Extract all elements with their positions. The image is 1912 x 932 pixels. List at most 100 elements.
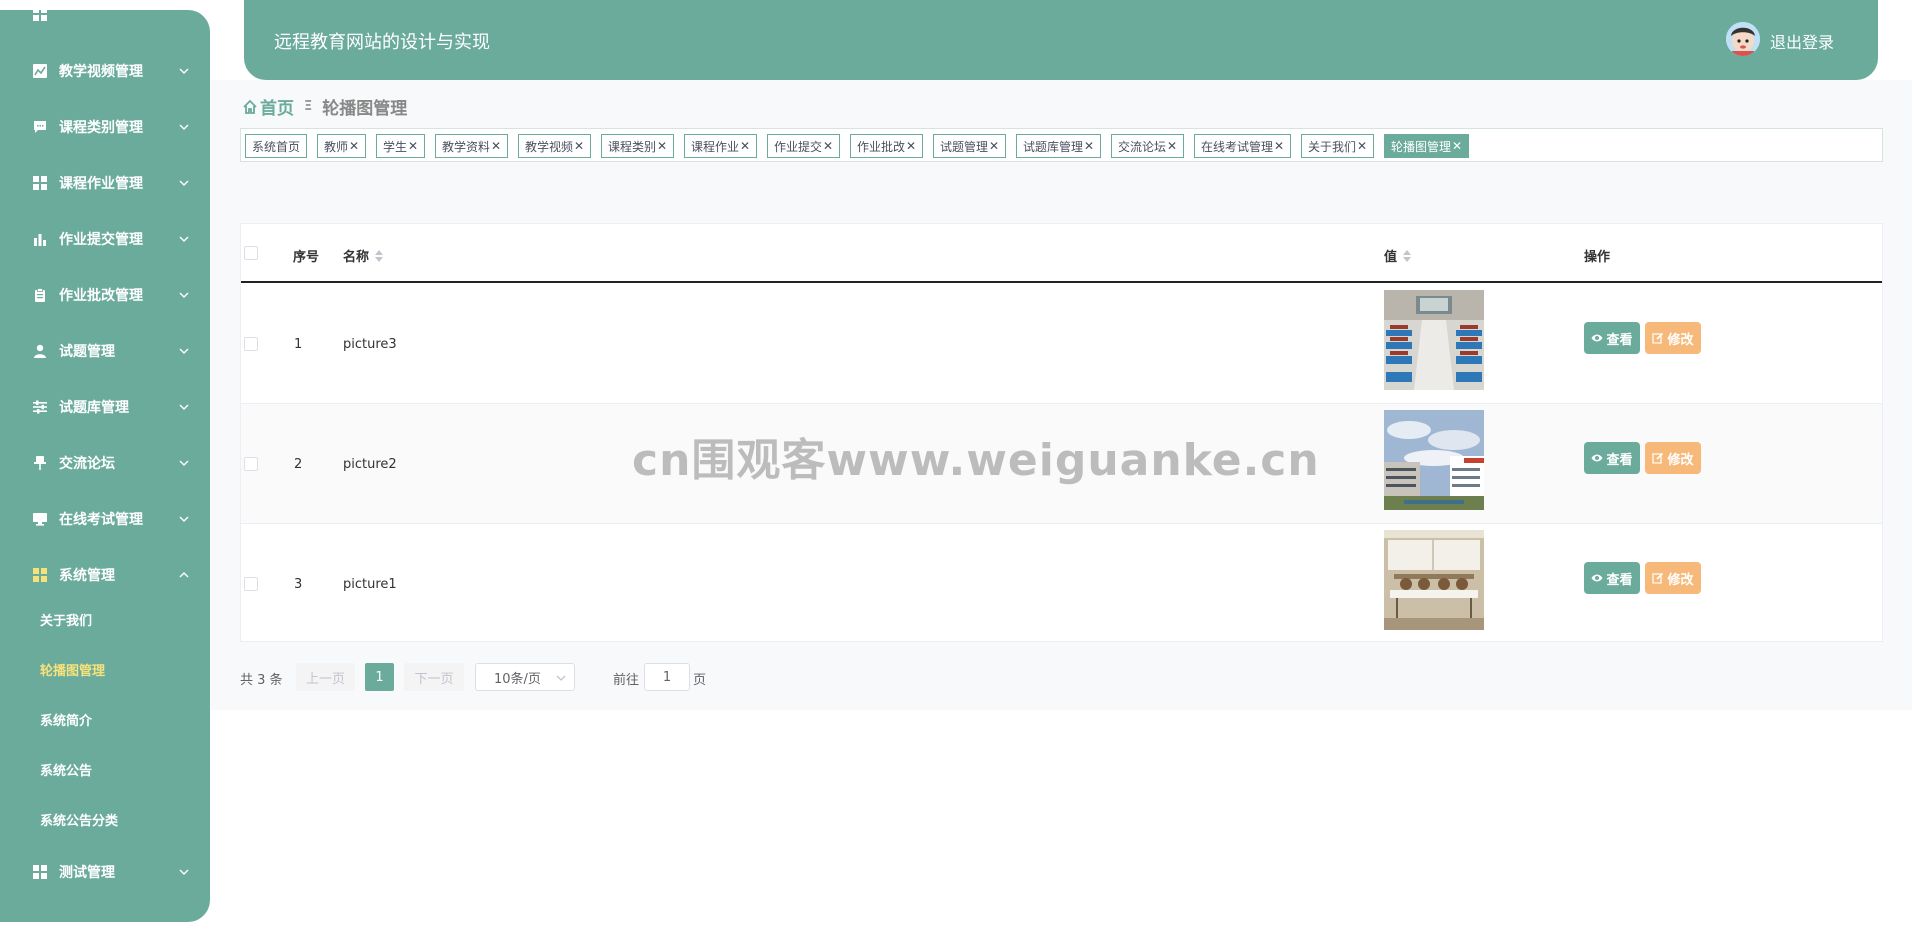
page-number-current[interactable]: 1 — [365, 663, 394, 691]
close-icon[interactable]: ✕ — [989, 139, 999, 153]
chevron-down-icon — [179, 460, 189, 466]
page-size-value: 10条/页 — [494, 671, 541, 687]
next-page-button[interactable]: 下一页 — [404, 663, 464, 691]
view-button-label: 查看 — [1606, 452, 1633, 468]
close-icon[interactable]: ✕ — [1167, 139, 1177, 153]
chevron-up-icon — [179, 572, 189, 578]
tag-label: 关于我们 — [1308, 139, 1357, 154]
close-icon[interactable]: ✕ — [491, 139, 501, 153]
goto-page-input[interactable]: 1 — [644, 663, 690, 691]
watermark: cn围观客www.weiguanke.cn — [632, 435, 1320, 486]
sliders-icon — [32, 399, 48, 415]
carousel-image[interactable] — [1384, 410, 1484, 510]
tag-student[interactable]: 学生 ✕ — [376, 134, 426, 158]
chevron-down-icon — [556, 675, 566, 681]
sidebar-item-submission[interactable]: 作业提交管理 — [0, 221, 210, 257]
tag-home[interactable]: 系统首页 — [245, 134, 308, 158]
sort-icon[interactable] — [1403, 249, 1412, 263]
grid-icon — [32, 864, 48, 880]
close-icon[interactable]: ✕ — [740, 139, 750, 153]
edit-icon — [1652, 452, 1664, 464]
row-checkbox[interactable] — [244, 337, 258, 351]
row-checkbox[interactable] — [244, 457, 258, 471]
tag-questions[interactable]: 试题管理 ✕ — [933, 134, 1007, 158]
breadcrumb-home[interactable]: 首页 — [242, 94, 294, 119]
tag-homework[interactable]: 课程作业 ✕ — [684, 134, 758, 158]
close-icon[interactable]: ✕ — [1452, 139, 1462, 153]
row-checkbox[interactable] — [244, 577, 258, 591]
tag-grading[interactable]: 作业批改 ✕ — [850, 134, 924, 158]
tag-videos[interactable]: 教学视频 ✕ — [518, 134, 592, 158]
chevron-down-icon — [179, 348, 189, 354]
tag-materials[interactable]: 教学资料 ✕ — [435, 134, 509, 158]
sidebar-item-label: 课程作业管理 — [59, 176, 143, 192]
select-all-checkbox[interactable] — [244, 246, 258, 260]
view-button[interactable]: 查看 — [1584, 562, 1640, 594]
edit-button-label: 修改 — [1667, 332, 1694, 348]
sidebar-item-system[interactable]: 系统管理 — [0, 557, 210, 593]
user-icon — [32, 343, 48, 359]
sidebar-item-label: 系统管理 — [59, 568, 115, 584]
chevron-down-icon — [179, 404, 189, 410]
sidebar-subitem-notice[interactable]: 系统公告 — [40, 760, 92, 779]
sidebar-item-forum[interactable]: 交流论坛 — [0, 445, 210, 481]
column-header-value[interactable]: 值 — [1384, 246, 1412, 265]
sidebar-subitem-carousel[interactable]: 轮播图管理 — [40, 660, 105, 679]
close-icon[interactable]: ✕ — [1274, 139, 1284, 153]
tag-label: 试题库管理 — [1023, 139, 1084, 154]
carousel-image[interactable] — [1384, 530, 1484, 630]
view-button[interactable]: 查看 — [1584, 442, 1640, 474]
sidebar-item-partial[interactable] — [0, 10, 210, 32]
pagination-total: 共 3 条 — [240, 673, 283, 688]
avatar[interactable] — [1726, 22, 1760, 56]
sidebar-item-test[interactable]: 测试管理 — [0, 854, 210, 890]
sidebar-item-question-bank[interactable]: 试题库管理 — [0, 389, 210, 425]
sidebar-item-course-category[interactable]: 课程类别管理 — [0, 109, 210, 145]
close-icon[interactable]: ✕ — [349, 139, 359, 153]
edit-button[interactable]: 修改 — [1645, 442, 1701, 474]
close-icon[interactable]: ✕ — [1084, 139, 1094, 153]
tag-submission[interactable]: 作业提交 ✕ — [767, 134, 841, 158]
breadcrumb: 首页 Ξ 轮播图管理 — [242, 94, 407, 119]
tag-online-exam[interactable]: 在线考试管理 ✕ — [1194, 134, 1292, 158]
sidebar-item-video[interactable]: 教学视频管理 — [0, 53, 210, 89]
edit-button[interactable]: 修改 — [1645, 322, 1701, 354]
sidebar-item-online-exam[interactable]: 在线考试管理 — [0, 501, 210, 537]
page-size-select[interactable]: 10条/页 — [475, 663, 575, 691]
column-header-name[interactable]: 名称 — [343, 246, 384, 265]
close-icon[interactable]: ✕ — [906, 139, 916, 153]
tag-course-category[interactable]: 课程类别 ✕ — [601, 134, 675, 158]
monitor-icon — [32, 511, 48, 527]
close-icon[interactable]: ✕ — [408, 139, 418, 153]
edit-icon — [1652, 332, 1664, 344]
sort-icon[interactable] — [375, 249, 384, 263]
sidebar-subitem-about[interactable]: 关于我们 — [40, 610, 92, 629]
edit-button-label: 修改 — [1667, 452, 1694, 468]
tag-label: 教学资料 — [442, 139, 491, 154]
prev-page-button[interactable]: 上一页 — [296, 663, 355, 691]
sidebar-item-label: 测试管理 — [59, 865, 115, 881]
logout-button[interactable]: 退出登录 — [1770, 29, 1834, 53]
sidebar-item-label: 在线考试管理 — [59, 512, 143, 528]
close-icon[interactable]: ✕ — [574, 139, 584, 153]
carousel-image[interactable] — [1384, 290, 1484, 390]
tag-carousel[interactable]: 轮播图管理 ✕ — [1384, 134, 1470, 158]
close-icon[interactable]: ✕ — [657, 139, 667, 153]
tag-question-bank[interactable]: 试题库管理 ✕ — [1016, 134, 1102, 158]
tag-forum[interactable]: 交流论坛 ✕ — [1111, 134, 1185, 158]
tag-label: 轮播图管理 — [1391, 139, 1452, 154]
tag-teacher[interactable]: 教师 ✕ — [317, 134, 367, 158]
sidebar-item-questions[interactable]: 试题管理 — [0, 333, 210, 369]
sidebar-item-grading[interactable]: 作业批改管理 — [0, 277, 210, 313]
close-icon[interactable]: ✕ — [1357, 139, 1367, 153]
sidebar-item-label: 交流论坛 — [59, 456, 115, 472]
edit-button[interactable]: 修改 — [1645, 562, 1701, 594]
sidebar-subitem-notice-category[interactable]: 系统公告分类 — [40, 810, 118, 829]
tag-about[interactable]: 关于我们 ✕ — [1301, 134, 1375, 158]
sidebar-item-label: 试题管理 — [59, 344, 115, 360]
bar-chart-icon — [32, 231, 48, 247]
close-icon[interactable]: ✕ — [823, 139, 833, 153]
sidebar-item-homework[interactable]: 课程作业管理 — [0, 165, 210, 201]
view-button[interactable]: 查看 — [1584, 322, 1640, 354]
sidebar-subitem-intro[interactable]: 系统简介 — [40, 710, 92, 729]
